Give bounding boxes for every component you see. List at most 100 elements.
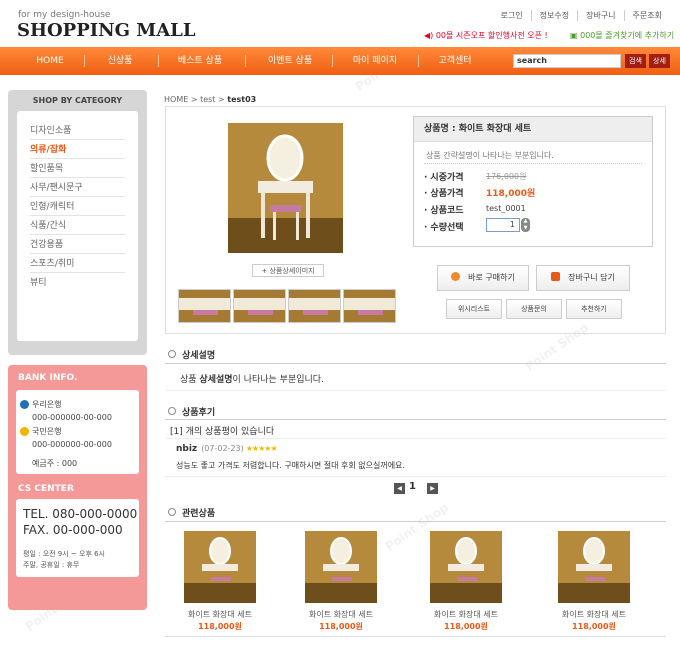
cart-link[interactable]: 장바구니 [577, 10, 623, 21]
bank-number: 000-000000-00-000 [32, 440, 112, 449]
search-input[interactable]: search [513, 54, 621, 68]
inquiry-button[interactable]: 상품문의 [506, 299, 562, 319]
quantity-stepper[interactable]: ▲ ▼ [521, 218, 530, 232]
related-product-image[interactable] [430, 531, 502, 603]
category-item[interactable]: 뷰티 [30, 273, 125, 292]
category-item[interactable]: 디자인소품 [30, 121, 125, 140]
product-thumbnail[interactable] [178, 289, 231, 323]
woori-bank-icon [20, 400, 29, 409]
next-page-icon[interactable]: ▶ [427, 483, 438, 494]
nav-mypage[interactable]: 마이 페이지 [340, 47, 410, 75]
recommend-button[interactable]: 추천하기 [566, 299, 622, 319]
related-product-price: 118,000원 [319, 622, 363, 631]
cs-tel: TEL. 080-000-0000 [23, 507, 138, 521]
related-product-image[interactable] [305, 531, 377, 603]
detail-section-title: 상세설명 [168, 348, 215, 361]
promo-sale[interactable]: ◀) 00몰 시즌오프 할인행사전 오픈 ! [424, 30, 548, 41]
detail-text: 상품 상세설명이 나타나는 부분입니다. [180, 375, 324, 385]
price-label: 상품가격 [424, 186, 463, 199]
related-product-name[interactable]: 화이트 화장대 세트 [544, 609, 644, 620]
related-product-image[interactable] [184, 531, 256, 603]
cs-hours-weekday: 평일 : 오전 9시 ~ 오후 6시 [23, 550, 106, 558]
code-label: 상품코드 [424, 203, 463, 216]
divider [424, 163, 642, 164]
site-logo[interactable]: SHOPPING MALL [17, 20, 195, 41]
category-item[interactable]: 할인품목 [30, 159, 125, 178]
divider [165, 476, 666, 477]
detail-image-button[interactable]: + 상품상세이미지 [252, 264, 324, 277]
nav-best[interactable]: 베스트 상품 [165, 47, 235, 75]
list-price: 176,000원 [486, 172, 527, 181]
bank-title: BANK INFO. [18, 373, 78, 383]
kb-bank-icon [20, 427, 29, 436]
category-item[interactable]: 사무/팬시문구 [30, 178, 125, 197]
related-product-name[interactable]: 화이트 화장대 세트 [416, 609, 516, 620]
bank-owner: 예금주 : 000 [32, 459, 78, 468]
product-thumbnail[interactable] [343, 289, 396, 323]
nav-home[interactable]: HOME [20, 47, 80, 75]
related-product-price: 118,000원 [444, 622, 488, 631]
breadcrumb-home[interactable]: HOME [164, 95, 188, 104]
cs-info: TEL. 080-000-0000 FAX. 00-000-000 평일 : 오… [16, 499, 139, 577]
list-price-label: 시중가격 [424, 170, 463, 183]
breadcrumb-category[interactable]: test [200, 95, 215, 104]
review-section-title: 상품후기 [168, 405, 215, 418]
nav-divider [418, 55, 419, 67]
nav-divider [245, 55, 246, 67]
cs-fax: FAX. 00-000-000 [23, 523, 123, 537]
review-date: (07-02-23) [201, 444, 244, 453]
divider [165, 438, 666, 439]
category-title: SHOP BY CATEGORY [32, 96, 123, 105]
review-body: 성능도 좋고 가격도 저렴합니다. 구매하시면 절대 후회 없으실꺼에요. [176, 461, 405, 470]
product-code: test_0001 [486, 204, 526, 213]
related-product-price: 118,000원 [572, 622, 616, 631]
related-product-name[interactable]: 화이트 화장대 세트 [291, 609, 391, 620]
divider [165, 636, 666, 637]
nav-new[interactable]: 신상품 [90, 47, 150, 75]
logo-tagline: for my design-house [18, 10, 111, 20]
breadcrumb-current: test03 [227, 95, 257, 104]
promo-bookmark[interactable]: ▣ 000몰 즐겨찾기에 추가하기 [570, 30, 674, 41]
category-item[interactable]: 스포츠/취미 [30, 254, 125, 273]
product-thumbnail[interactable] [233, 289, 286, 323]
bank-name: 국민은행 [32, 427, 62, 436]
buy-now-button[interactable]: 바로 구매하기 [437, 265, 529, 291]
login-link[interactable]: 로그인 [493, 10, 531, 21]
related-product-image[interactable] [558, 531, 630, 603]
add-cart-button[interactable]: 장바구니 담기 [536, 265, 630, 291]
cs-hours-weekend: 주말, 공휴일 : 휴무 [23, 561, 80, 569]
review-count: [1] 개의 상품평이 있습니다 [170, 427, 275, 437]
nav-support[interactable]: 고객센터 [425, 47, 485, 75]
product-thumbnail[interactable] [288, 289, 341, 323]
prev-page-icon[interactable]: ◀ [394, 483, 405, 494]
cart-icon [551, 272, 561, 281]
divider [165, 419, 666, 420]
page-number[interactable]: 1 [409, 481, 416, 492]
arrow-icon [451, 272, 461, 281]
category-item[interactable]: 인형/캐릭터 [30, 197, 125, 216]
bank-number: 000-000000-00-000 [32, 413, 112, 422]
related-product-price: 118,000원 [198, 622, 242, 631]
category-item[interactable]: 식품/간식 [30, 216, 125, 235]
order-lookup-link[interactable]: 주문조회 [623, 10, 670, 21]
quantity-input[interactable]: 1 [486, 218, 520, 232]
megaphone-icon: ◀) [424, 31, 436, 40]
price: 118,000원 [486, 189, 536, 199]
star-rating-icon: ★★★★★ [245, 444, 278, 453]
nav-event[interactable]: 이벤트 상품 [255, 47, 325, 75]
detail-search-button[interactable]: 상세 [649, 54, 670, 68]
qty-label: 수량선택 [424, 220, 463, 233]
category-panel: SHOP BY CATEGORY 디자인소품 의류/잡화 할인품목 사무/팬시문… [8, 90, 147, 355]
edit-info-link[interactable]: 정보수정 [530, 10, 577, 21]
bank-name: 우리은행 [32, 400, 62, 409]
divider [165, 363, 666, 364]
category-list: 디자인소품 의류/잡화 할인품목 사무/팬시문구 인형/캐릭터 식품/간식 건강… [17, 111, 138, 341]
category-item-active[interactable]: 의류/잡화 [30, 140, 125, 159]
category-item[interactable]: 건강용품 [30, 235, 125, 254]
nav-divider [332, 55, 333, 67]
search-button[interactable]: 검색 [625, 54, 646, 68]
product-image [228, 123, 343, 253]
wishlist-button[interactable]: 위시리스트 [446, 299, 502, 319]
top-links: 로그인 정보수정 장바구니 주문조회 [493, 10, 670, 21]
related-product-name[interactable]: 화이트 화장대 세트 [170, 609, 270, 620]
